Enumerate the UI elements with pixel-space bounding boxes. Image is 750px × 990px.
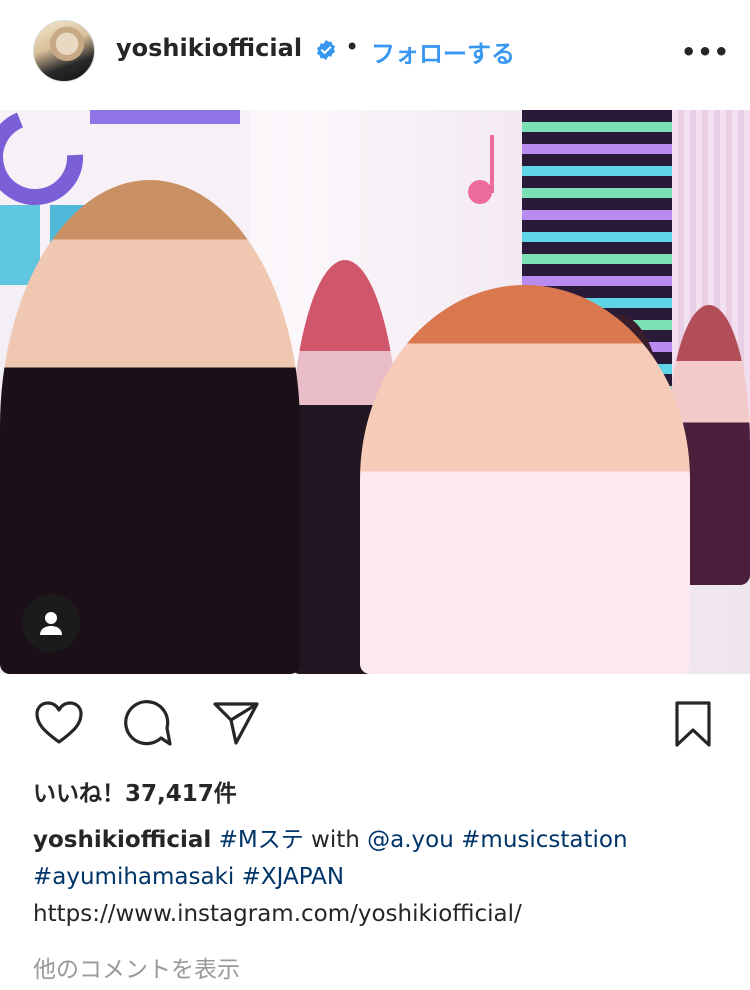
hashtag-link[interactable]: #XJAPAN [242,864,344,890]
more-options-button[interactable]: ••• [681,38,730,66]
like-count[interactable]: いいね！37,417件 [33,774,237,808]
caption-url[interactable]: https://www.instagram.com/yoshikiofficia… [33,901,522,927]
mention-link[interactable]: @a.you [367,827,454,853]
heart-icon[interactable] [34,700,84,746]
post-header: yoshikiofficial • フォローする ••• [0,0,750,104]
action-bar [0,700,750,756]
caption-text: with [311,827,360,853]
paper-plane-icon[interactable] [212,700,260,746]
follow-button[interactable]: フォローする [371,34,515,69]
hashtag-link[interactable]: #ayumihamasaki [33,864,234,890]
comment-icon[interactable] [123,700,173,748]
profile-avatar[interactable] [33,20,95,82]
verified-badge-icon [316,39,336,61]
music-note-icon [468,135,494,204]
person-ayumi [360,285,690,674]
header-separator: • [345,33,360,61]
view-comments-link[interactable]: 他のコメントを表示 [33,950,240,984]
user-tag-button[interactable] [22,594,80,652]
bookmark-icon[interactable] [673,700,713,748]
hashtag-link[interactable]: #musicstation [461,827,627,853]
person-icon [40,612,62,635]
hashtag-link[interactable]: #Mステ [219,827,304,853]
header-username[interactable]: yoshikiofficial [116,34,302,62]
caption-username[interactable]: yoshikiofficial [33,827,211,853]
post-caption: yoshikiofficial #Mステ with @a.you #musics… [33,822,723,933]
post-photo[interactable] [0,110,750,674]
